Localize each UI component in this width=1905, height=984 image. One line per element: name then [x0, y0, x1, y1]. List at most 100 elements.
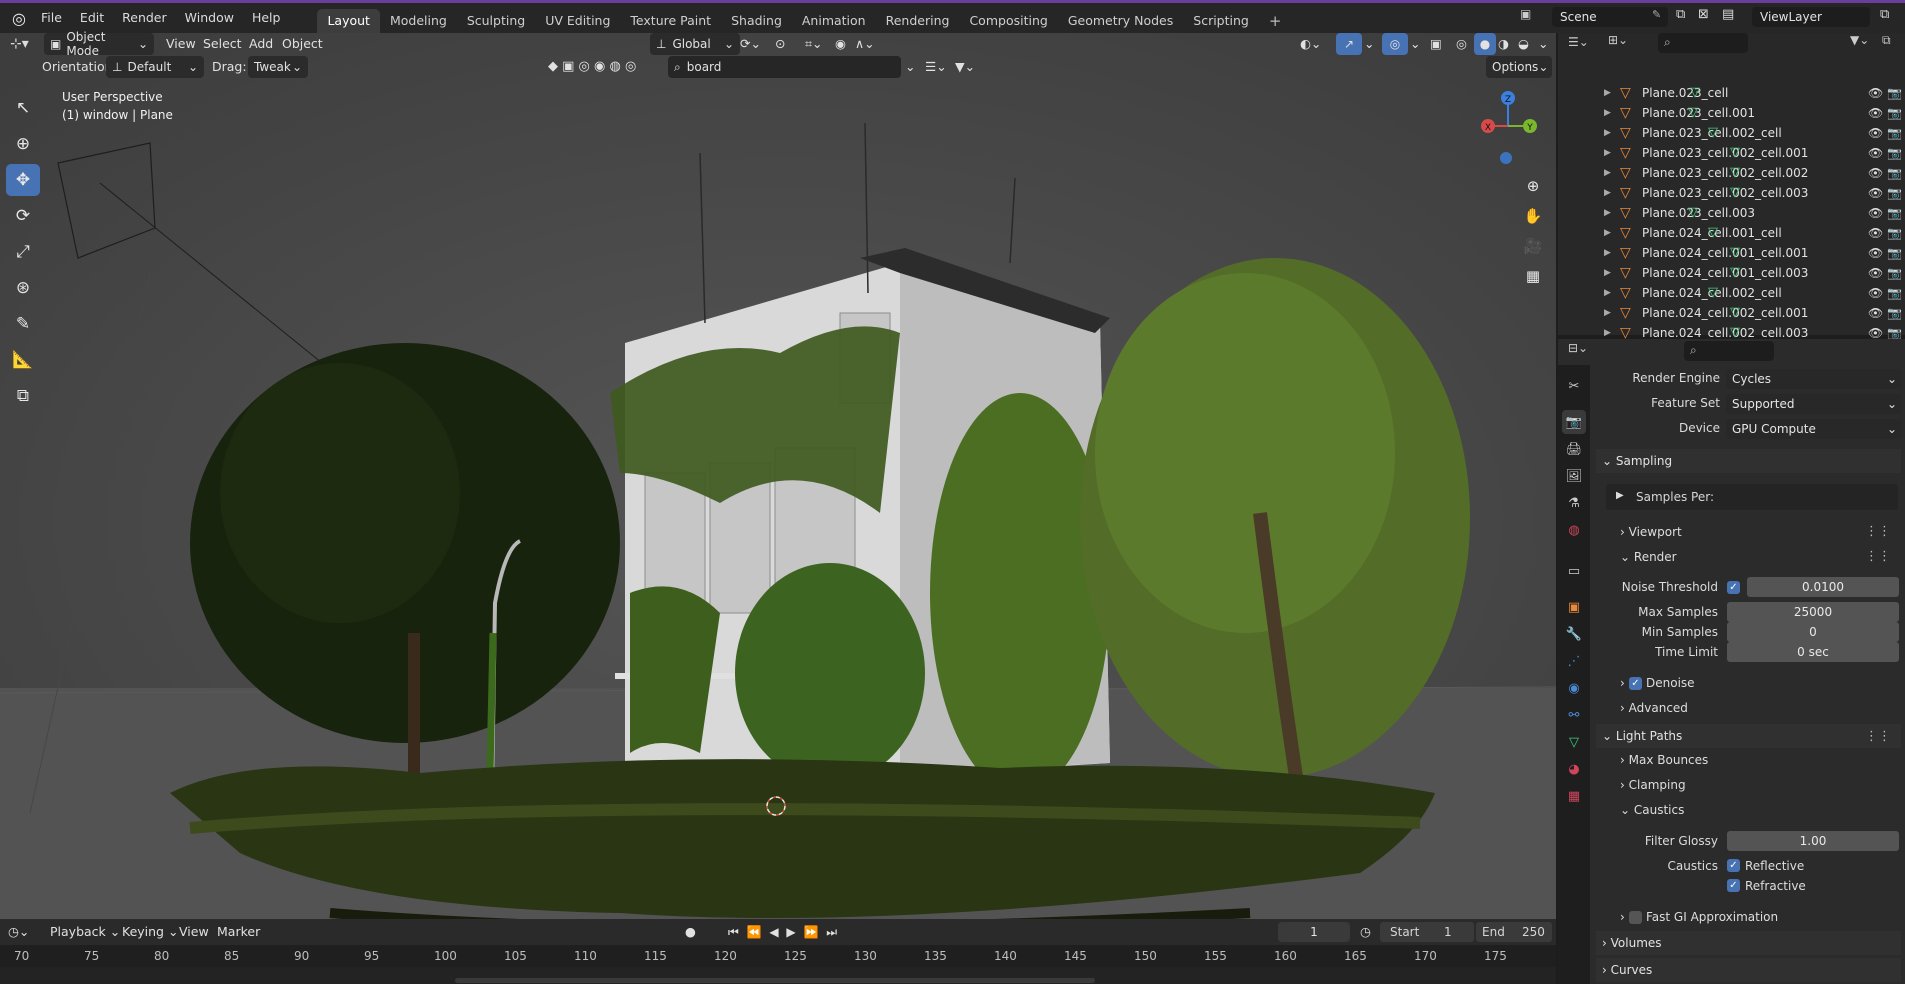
- noise-threshold-checkbox[interactable]: ✓: [1727, 581, 1740, 594]
- zoom-icon[interactable]: ⊕: [1519, 172, 1547, 200]
- max-bounces-subpanel[interactable]: › Max Bounces: [1620, 750, 1708, 770]
- expand-arrow-icon[interactable]: ▶: [1604, 223, 1611, 243]
- visibility-eye-icon[interactable]: 👁: [1868, 123, 1883, 143]
- render-camera-icon[interactable]: 📷: [1887, 183, 1902, 203]
- camera-view-icon[interactable]: 🎥: [1519, 232, 1547, 260]
- material-shading-icon[interactable]: ◑: [1498, 33, 1518, 55]
- viewport-subpanel[interactable]: › Viewport: [1620, 522, 1682, 542]
- drag-tweak-dropdown[interactable]: Tweak ⌄: [248, 56, 308, 78]
- record-icon[interactable]: ●: [685, 921, 703, 943]
- properties-search-input[interactable]: ⌕: [1684, 341, 1774, 361]
- chevron-down-icon[interactable]: ⌄: [1410, 33, 1426, 55]
- material-tab-icon[interactable]: ◕: [1562, 757, 1586, 781]
- render-camera-icon[interactable]: 📷: [1887, 143, 1902, 163]
- mode-selector[interactable]: ▣ Object Mode ⌄: [44, 30, 154, 58]
- transform-tool-icon[interactable]: ⊛: [6, 272, 40, 304]
- transform-orientation-dropdown[interactable]: ⊥ Global ⌄: [650, 33, 740, 55]
- tab-shading[interactable]: Shading: [721, 9, 792, 33]
- samples-preset-panel[interactable]: ▶ Samples Per:: [1606, 484, 1898, 510]
- expand-arrow-icon[interactable]: ▶: [1604, 143, 1611, 163]
- render-camera-icon[interactable]: 📷: [1887, 263, 1902, 283]
- tab-layout[interactable]: Layout: [317, 9, 380, 33]
- viewport-shading-toggles[interactable]: ◆ ▣ ◎ ◉ ◍ ◎: [548, 56, 668, 78]
- outliner-row[interactable]: ▶ ▽ Plane.024_cell.001_cell.003 ▽ 👁 📷: [1558, 263, 1905, 283]
- render-camera-icon[interactable]: 📷: [1887, 83, 1902, 103]
- render-camera-icon[interactable]: 📷: [1887, 103, 1902, 123]
- render-camera-icon[interactable]: 📷: [1887, 223, 1902, 243]
- render-camera-icon[interactable]: 📷: [1887, 203, 1902, 223]
- visibility-eye-icon[interactable]: 👁: [1868, 263, 1883, 283]
- editor-type-icon[interactable]: ⊹▾: [10, 33, 36, 55]
- texture-tab-icon[interactable]: ▦: [1562, 784, 1586, 808]
- list-view-icon[interactable]: ☰⌄: [925, 56, 951, 78]
- current-frame-field[interactable]: 1: [1278, 922, 1350, 942]
- time-limit-field[interactable]: 0 sec: [1727, 642, 1899, 662]
- visibility-eye-icon[interactable]: 👁: [1868, 203, 1883, 223]
- navigation-gizmo[interactable]: Z Y X: [1468, 86, 1548, 176]
- tool-tab-icon[interactable]: ✂: [1562, 374, 1586, 398]
- outliner-row[interactable]: ▶ ▽ Plane.023_cell.002_cell ▽ 👁 📷: [1558, 123, 1905, 143]
- outliner-row[interactable]: ▶ ▽ Plane.024_cell.002_cell ▽ 👁 📷: [1558, 283, 1905, 303]
- menu-window[interactable]: Window: [176, 7, 243, 29]
- solid-shading-icon[interactable]: ●: [1474, 33, 1496, 55]
- mesh-data-icon[interactable]: ▽: [1730, 143, 1740, 163]
- render-camera-icon[interactable]: 📷: [1887, 303, 1902, 323]
- scene-icon[interactable]: ▣: [1520, 7, 1536, 25]
- pan-hand-icon[interactable]: ✋: [1519, 202, 1547, 230]
- render-subpanel[interactable]: ⌄ Render: [1620, 547, 1677, 567]
- world-tab-icon[interactable]: ◍: [1562, 518, 1586, 542]
- drag-handle-icon[interactable]: ⋮⋮: [1865, 729, 1891, 744]
- delete-scene-icon[interactable]: ⊠: [1698, 7, 1709, 22]
- menu-object[interactable]: Object: [282, 33, 323, 55]
- tab-texture-paint[interactable]: Texture Paint: [620, 9, 721, 33]
- rotate-tool-icon[interactable]: ⟳: [6, 200, 40, 232]
- outliner-row[interactable]: ▶ ▽ Plane.023_cell.002_cell.001 ▽ 👁 📷: [1558, 143, 1905, 163]
- volumes-panel-header[interactable]: › Volumes: [1596, 931, 1901, 955]
- outliner-row[interactable]: ▶ ▽ Plane.024_cell.001_cell ▽ 👁 📷: [1558, 223, 1905, 243]
- output-tab-icon[interactable]: 🖨: [1562, 437, 1586, 461]
- falloff-icon[interactable]: ∧⌄: [855, 33, 885, 55]
- caustics-subpanel[interactable]: ⌄ Caustics: [1620, 800, 1684, 820]
- tab-rendering[interactable]: Rendering: [876, 9, 960, 33]
- visibility-eye-icon[interactable]: 👁: [1868, 303, 1883, 323]
- expand-arrow-icon[interactable]: ▶: [1604, 303, 1611, 323]
- mesh-data-icon[interactable]: ▽: [1730, 243, 1740, 263]
- new-view-layer-icon[interactable]: ⧉: [1880, 7, 1889, 22]
- menu-file[interactable]: File: [32, 7, 71, 29]
- menu-select[interactable]: Select: [203, 33, 242, 55]
- expand-arrow-icon[interactable]: ▶: [1604, 263, 1611, 283]
- menu-help[interactable]: Help: [243, 7, 290, 29]
- visibility-eye-icon[interactable]: 👁: [1868, 243, 1883, 263]
- noise-threshold-field[interactable]: 0.0100: [1747, 577, 1899, 597]
- modifier-tab-icon[interactable]: 🔧: [1562, 622, 1586, 646]
- collapse-icon[interactable]: ⌄: [905, 56, 925, 78]
- gizmo-toggle-icon[interactable]: ↗: [1336, 33, 1362, 55]
- mesh-data-icon[interactable]: ▽: [1708, 223, 1718, 243]
- data-tab-icon[interactable]: ▽: [1562, 730, 1586, 754]
- menu-playback[interactable]: Playback ⌄: [50, 921, 120, 943]
- visibility-eye-icon[interactable]: 👁: [1868, 183, 1883, 203]
- tab-geometry-nodes[interactable]: Geometry Nodes: [1058, 9, 1183, 33]
- feature-set-dropdown[interactable]: Supported ⌄: [1726, 394, 1901, 414]
- mesh-data-icon[interactable]: ▽: [1708, 283, 1718, 303]
- light-paths-panel-header[interactable]: ⌄ Light Paths: [1596, 724, 1901, 748]
- tab-compositing[interactable]: Compositing: [959, 9, 1057, 33]
- timeline-scrollbar[interactable]: [455, 978, 1095, 983]
- menu-edit[interactable]: Edit: [71, 7, 113, 29]
- overlays-toggle-icon[interactable]: ◎: [1382, 33, 1408, 55]
- display-mode-icon[interactable]: ⊞⌄: [1608, 33, 1638, 53]
- mesh-data-icon[interactable]: ▽: [1730, 263, 1740, 283]
- view-layer-icon[interactable]: ▤: [1722, 7, 1734, 22]
- min-samples-field[interactable]: 0: [1727, 622, 1899, 642]
- ortho-grid-icon[interactable]: ▦: [1519, 262, 1547, 290]
- clamping-subpanel[interactable]: › Clamping: [1620, 775, 1686, 795]
- visibility-eye-icon[interactable]: 👁: [1868, 163, 1883, 183]
- outliner-search-input[interactable]: ⌕: [1658, 33, 1748, 53]
- mesh-data-icon[interactable]: ▽: [1730, 183, 1740, 203]
- visibility-eye-icon[interactable]: 👁: [1868, 143, 1883, 163]
- visibility-eye-icon[interactable]: 👁: [1868, 103, 1883, 123]
- menu-keying[interactable]: Keying ⌄: [122, 921, 178, 943]
- select-box-icon[interactable]: ↖: [6, 92, 40, 124]
- pivot-point-icon[interactable]: ⟳⌄: [740, 33, 770, 55]
- annotate-tool-icon[interactable]: ✎: [6, 308, 40, 340]
